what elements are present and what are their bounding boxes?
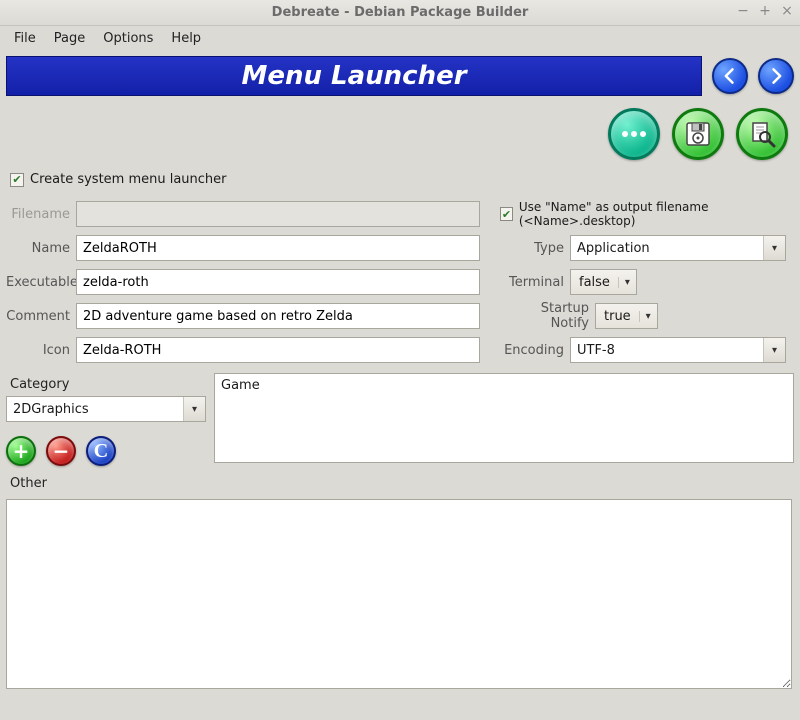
create-launcher-checkbox[interactable] xyxy=(10,173,24,187)
terminal-value: false xyxy=(571,275,618,290)
close-button[interactable]: × xyxy=(780,4,794,18)
page-title: Menu Launcher xyxy=(241,61,466,91)
menu-file[interactable]: File xyxy=(6,29,44,48)
category-list[interactable]: Game xyxy=(214,373,794,463)
comment-label: Comment xyxy=(6,309,76,324)
name-input[interactable] xyxy=(76,235,480,261)
icon-input[interactable] xyxy=(76,337,480,363)
create-launcher-label: Create system menu launcher xyxy=(30,172,227,187)
save-button[interactable] xyxy=(672,108,724,160)
remove-category-button[interactable]: − xyxy=(46,436,76,466)
prev-page-button[interactable] xyxy=(712,58,748,94)
category-label: Category xyxy=(6,373,206,396)
encoding-value: UTF-8 xyxy=(571,343,763,358)
other-textarea[interactable] xyxy=(6,499,792,689)
chevron-down-icon[interactable]: ▾ xyxy=(183,397,205,421)
chevron-down-icon[interactable]: ▾ xyxy=(618,277,636,288)
terminal-label: Terminal xyxy=(500,275,570,290)
ellipsis-icon xyxy=(620,129,648,139)
startup-label: Startup Notify xyxy=(500,301,595,331)
clear-category-button[interactable]: C xyxy=(86,436,116,466)
clear-icon: C xyxy=(94,440,108,463)
arrow-left-icon xyxy=(720,66,740,86)
icon-label: Icon xyxy=(6,343,76,358)
category-combo[interactable]: 2DGraphics ▾ xyxy=(6,396,206,422)
filename-label: Filename xyxy=(6,207,76,222)
category-list-item: Game xyxy=(221,378,260,393)
menu-options[interactable]: Options xyxy=(95,29,161,48)
chevron-down-icon[interactable]: ▾ xyxy=(639,311,657,322)
more-button[interactable] xyxy=(608,108,660,160)
menu-page[interactable]: Page xyxy=(46,29,93,48)
comment-input[interactable] xyxy=(76,303,480,329)
chevron-down-icon[interactable]: ▾ xyxy=(763,236,785,260)
plus-icon: + xyxy=(13,439,30,463)
type-value: Application xyxy=(571,241,763,256)
window-title: Debreate - Debian Package Builder xyxy=(0,5,800,20)
other-label: Other xyxy=(6,472,794,495)
preview-button[interactable] xyxy=(736,108,788,160)
minimize-button[interactable]: − xyxy=(736,4,750,18)
magnifier-page-icon xyxy=(748,120,776,148)
minus-icon: − xyxy=(53,439,70,463)
arrow-right-icon xyxy=(766,66,786,86)
title-bar: Debreate - Debian Package Builder − + × xyxy=(0,0,800,26)
use-name-filename-label: Use "Name" as output filename (<Name>.de… xyxy=(519,200,800,228)
maximize-button[interactable]: + xyxy=(758,4,772,18)
type-label: Type xyxy=(500,241,570,256)
type-combo[interactable]: Application ▾ xyxy=(570,235,786,261)
floppy-disk-icon xyxy=(684,120,712,148)
menu-help[interactable]: Help xyxy=(163,29,209,48)
encoding-label: Encoding xyxy=(500,343,570,358)
menu-bar: File Page Options Help xyxy=(0,26,800,50)
filename-input xyxy=(76,201,480,227)
terminal-combo[interactable]: false ▾ xyxy=(570,269,637,295)
category-value: 2DGraphics xyxy=(7,402,183,417)
next-page-button[interactable] xyxy=(758,58,794,94)
executable-label: Executable xyxy=(6,275,76,290)
chevron-down-icon[interactable]: ▾ xyxy=(763,338,785,362)
add-category-button[interactable]: + xyxy=(6,436,36,466)
startup-value: true xyxy=(596,309,639,324)
encoding-combo[interactable]: UTF-8 ▾ xyxy=(570,337,786,363)
startup-combo[interactable]: true ▾ xyxy=(595,303,658,329)
executable-input[interactable] xyxy=(76,269,480,295)
use-name-filename-checkbox[interactable] xyxy=(500,207,513,221)
name-label: Name xyxy=(6,241,76,256)
page-banner: Menu Launcher xyxy=(6,56,702,96)
